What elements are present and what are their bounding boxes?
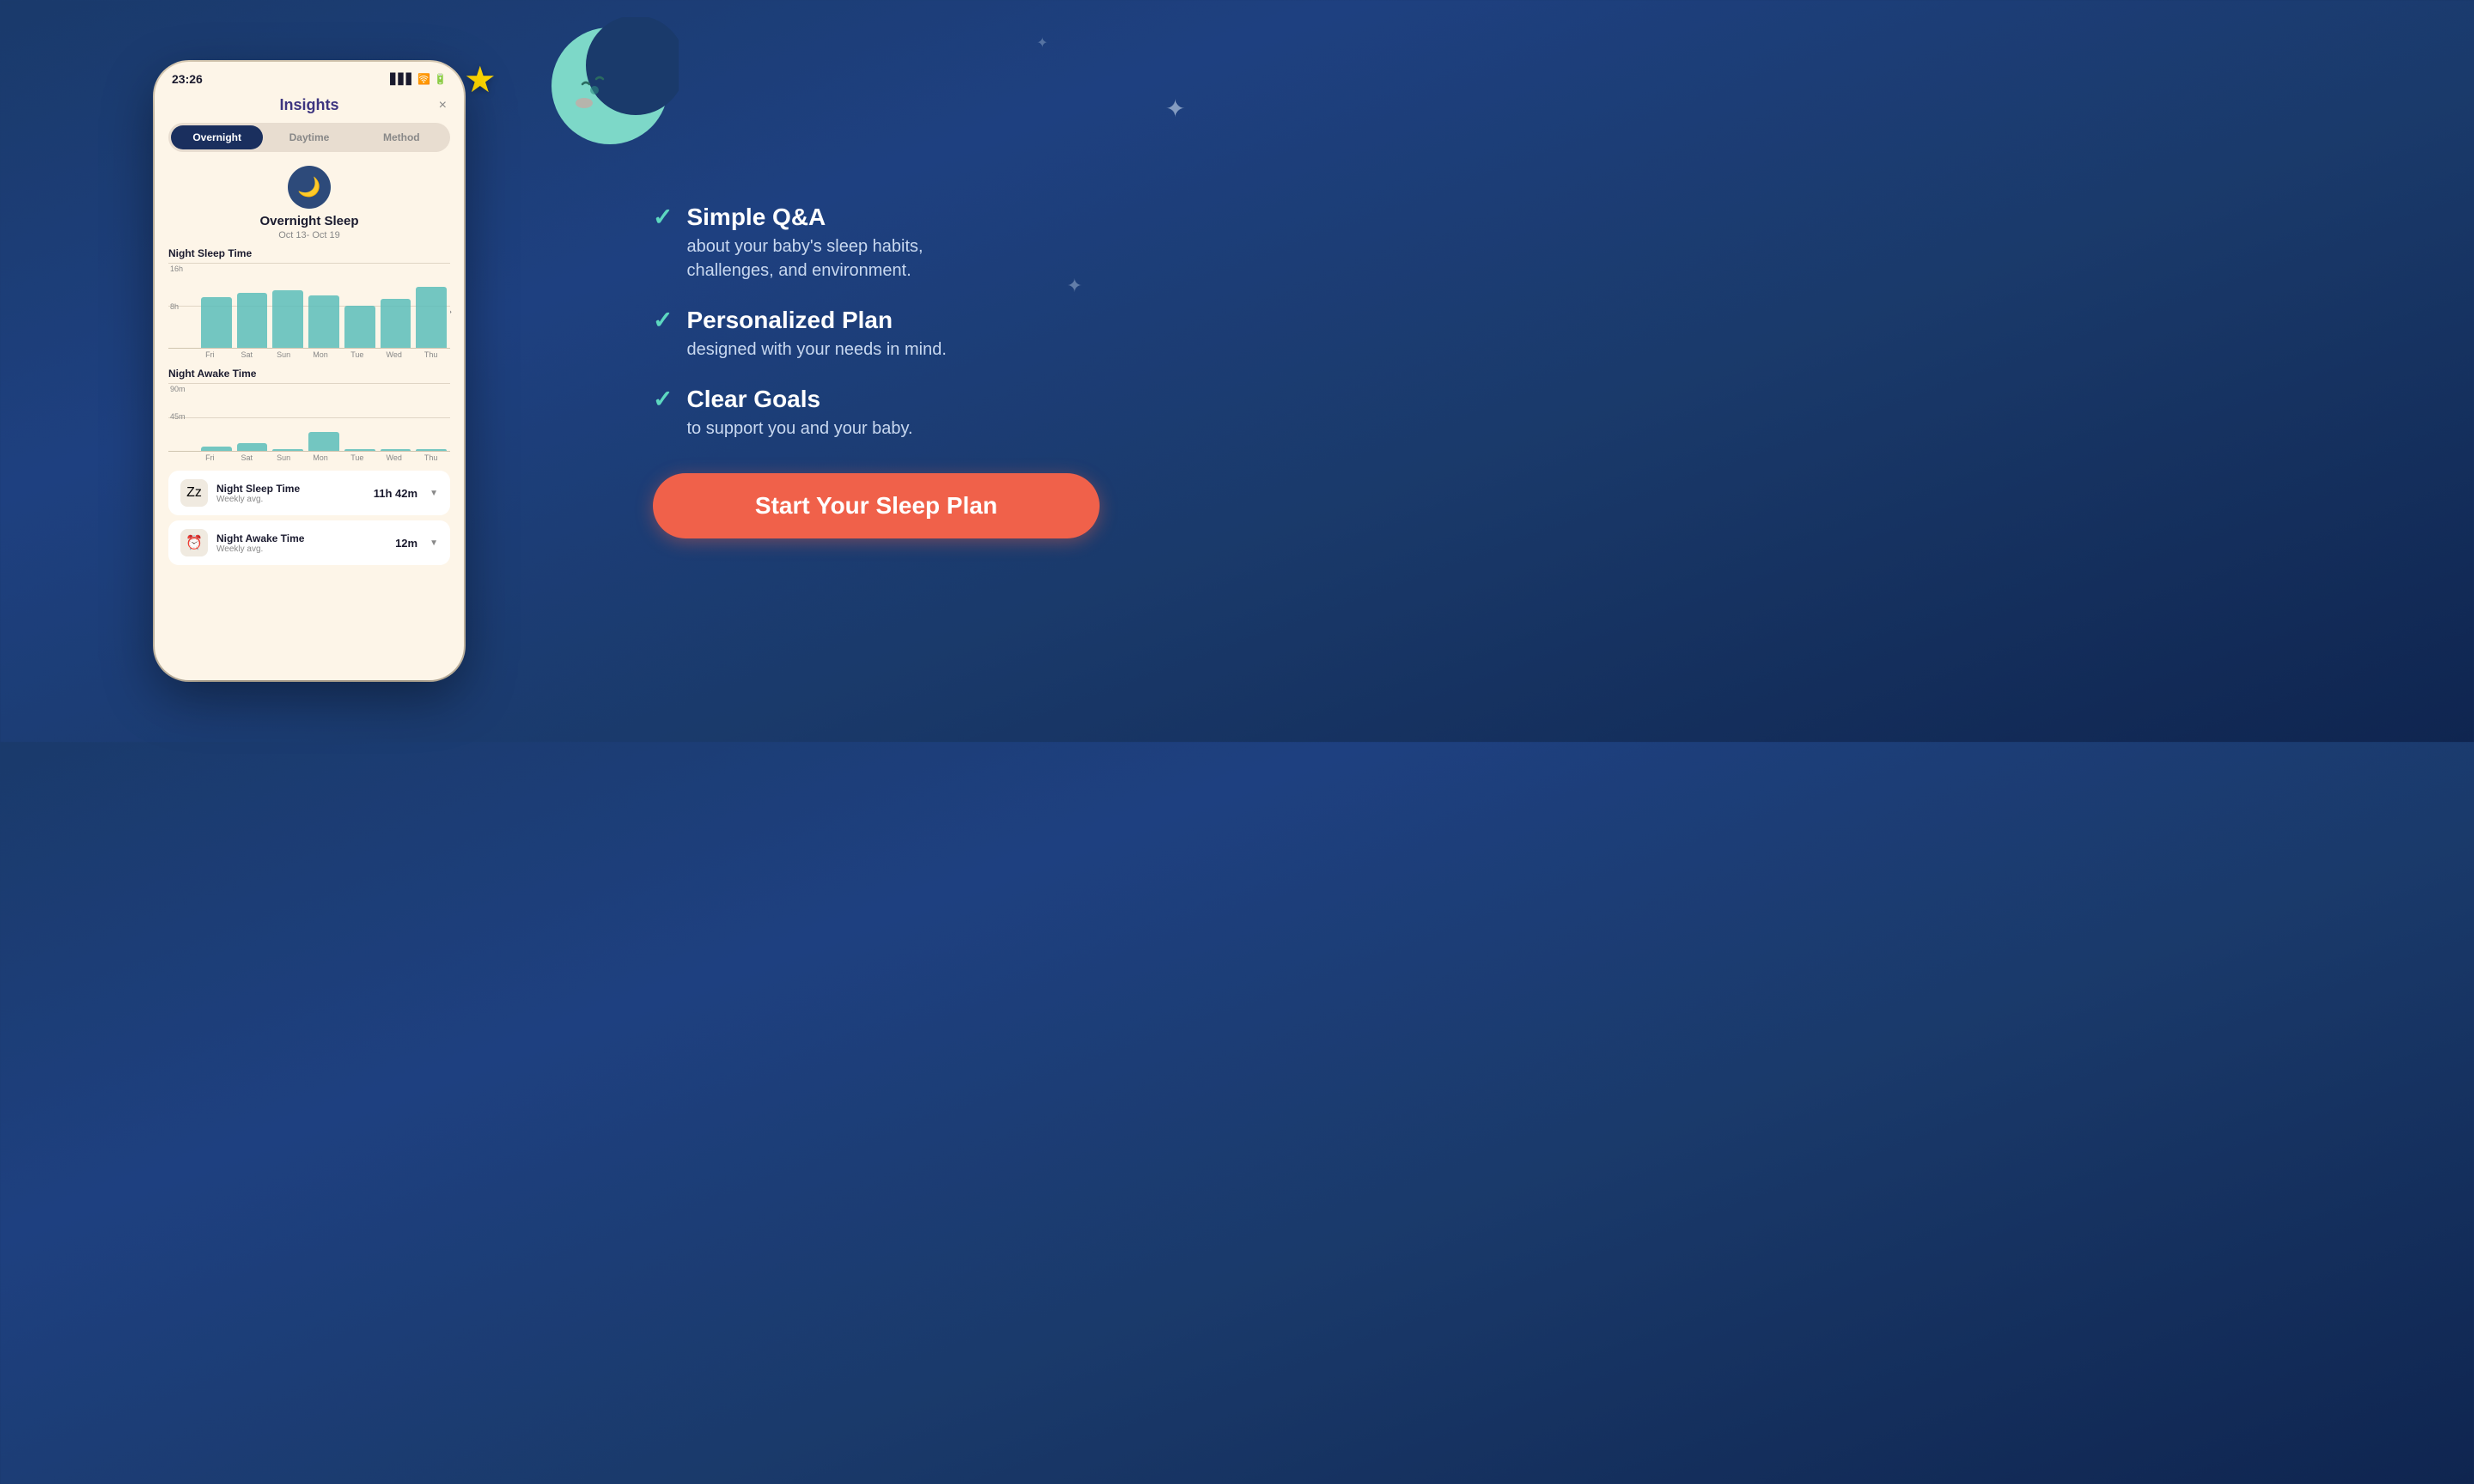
day-mon: Mon	[305, 350, 337, 359]
awake-day-tue: Tue	[341, 453, 373, 462]
bars-container	[194, 263, 450, 348]
awake-day-fri: Fri	[194, 453, 226, 462]
feature-text-2: Personalized Plan designed with your nee…	[686, 307, 946, 362]
day-sun: Sun	[268, 350, 300, 359]
close-button[interactable]: ×	[439, 98, 447, 113]
bar-tue	[344, 306, 375, 349]
day-tue: Tue	[341, 350, 373, 359]
day-thu: Thu	[415, 350, 447, 359]
battery-icon: 🔋	[434, 73, 447, 85]
day-labels: Fri Sat Sun Mon Tue Wed Thu	[168, 350, 450, 359]
status-time: 23:26	[172, 72, 203, 86]
feature-desc-1: about your baby's sleep habits,challenge…	[686, 234, 923, 283]
sleep-title: Overnight Sleep	[259, 214, 358, 228]
checkmark-3: ✓	[653, 387, 673, 411]
feature-title-3: Clear Goals	[686, 386, 912, 413]
phone-content: 🌙 Overnight Sleep Oct 13- Oct 19 Night S…	[155, 166, 464, 565]
left-section: 23:26 ▋▋▋ 🛜 🔋 Insights × Overnight Dayti…	[0, 0, 618, 742]
feature-item-1: ✓ Simple Q&A about your baby's sleep hab…	[653, 204, 1185, 283]
awake-label-90m: 90m	[170, 385, 186, 393]
feature-item-2: ✓ Personalized Plan designed with your n…	[653, 307, 1185, 362]
awake-day-mon: Mon	[305, 453, 337, 462]
night-sleep-chart-area: 16h 8h	[168, 263, 450, 349]
signal-icon: ▋▋▋	[390, 73, 414, 85]
bar-wed	[381, 299, 411, 348]
tab-daytime[interactable]: Daytime	[263, 125, 355, 149]
chart-label-8h: 8h	[170, 302, 179, 311]
bar-fri	[201, 297, 232, 348]
phone-mockup: 23:26 ▋▋▋ 🛜 🔋 Insights × Overnight Dayti…	[155, 62, 464, 680]
feature-desc-3: to support you and your baby.	[686, 417, 912, 441]
stat-card-sleep-time: Zz Night Sleep Time Weekly avg. 11h 42m …	[168, 471, 450, 515]
awake-time-name: Night Awake Time	[216, 532, 387, 544]
night-awake-chart-area: 90m 45m	[168, 383, 450, 452]
cta-button[interactable]: Start Your Sleep Plan	[653, 473, 1100, 538]
sleep-icon: 🌙	[288, 166, 331, 209]
awake-bar-sat	[237, 443, 268, 451]
sleep-time-period: Weekly avg.	[216, 495, 365, 504]
awake-bar-wed	[381, 449, 411, 451]
bar-sun	[272, 290, 303, 348]
awake-bar-thu	[416, 449, 447, 451]
checkmark-2: ✓	[653, 308, 673, 332]
feature-text-1: Simple Q&A about your baby's sleep habit…	[686, 204, 923, 283]
feature-title-2: Personalized Plan	[686, 307, 946, 334]
sleep-time-arrow: ▼	[430, 489, 438, 498]
awake-day-sat: Sat	[231, 453, 263, 462]
stats-cards: Zz Night Sleep Time Weekly avg. 11h 42m …	[168, 471, 450, 565]
feature-item-3: ✓ Clear Goals to support you and your ba…	[653, 386, 1185, 441]
sleep-date-range: Oct 13- Oct 19	[278, 230, 340, 240]
awake-label-45m: 45m	[170, 412, 186, 421]
awake-bar-tue	[344, 449, 375, 451]
awake-time-icon: ⏰	[180, 529, 208, 556]
tab-overnight[interactable]: Overnight	[171, 125, 263, 149]
bar-mon	[308, 295, 339, 348]
sleep-time-icon: Zz	[180, 479, 208, 507]
awake-day-sun: Sun	[268, 453, 300, 462]
day-wed: Wed	[378, 350, 410, 359]
checkmark-1: ✓	[653, 205, 673, 229]
sleep-icon-area: 🌙 Overnight Sleep Oct 13- Oct 19	[168, 166, 450, 240]
status-bar: 23:26 ▋▋▋ 🛜 🔋	[155, 62, 464, 93]
awake-day-thu: Thu	[415, 453, 447, 462]
day-sat: Sat	[231, 350, 263, 359]
awake-time-value: 12m	[395, 537, 417, 550]
sleep-time-name: Night Sleep Time	[216, 483, 365, 495]
wifi-icon: 🛜	[417, 73, 430, 85]
awake-day-wed: Wed	[378, 453, 410, 462]
awake-bar-mon	[308, 432, 339, 451]
chart-label-16h: 16h	[170, 265, 183, 273]
feature-title-1: Simple Q&A	[686, 204, 923, 231]
awake-time-period: Weekly avg.	[216, 544, 387, 554]
feature-text-3: Clear Goals to support you and your baby…	[686, 386, 912, 441]
right-section: ✓ Simple Q&A about your baby's sleep hab…	[618, 0, 1237, 742]
tab-method[interactable]: Method	[356, 125, 448, 149]
sleep-time-info: Night Sleep Time Weekly avg.	[216, 483, 365, 504]
tabs-container: Overnight Daytime Method	[168, 123, 450, 152]
night-awake-chart-title: Night Awake Time	[168, 368, 450, 380]
bar-sat	[237, 293, 268, 348]
stat-card-awake-time: ⏰ Night Awake Time Weekly avg. 12m ▼	[168, 520, 450, 565]
awake-time-info: Night Awake Time Weekly avg.	[216, 532, 387, 554]
night-awake-chart: Night Awake Time 90m 45m	[168, 368, 450, 462]
day-fri: Fri	[194, 350, 226, 359]
awake-time-arrow: ▼	[430, 538, 438, 548]
awake-bar-sun	[272, 449, 303, 451]
insights-title: Insights	[279, 96, 338, 114]
night-sleep-chart: Night Sleep Time ‹ › 16h 8h	[168, 247, 450, 359]
awake-bars-container	[194, 383, 450, 451]
bar-thu	[416, 287, 447, 348]
awake-bar-fri	[201, 447, 232, 451]
phone-header: Insights ×	[155, 93, 464, 123]
night-sleep-chart-title: Night Sleep Time	[168, 247, 450, 259]
sleep-time-value: 11h 42m	[374, 487, 417, 500]
awake-day-labels: Fri Sat Sun Mon Tue Wed Thu	[168, 453, 450, 462]
feature-desc-2: designed with your needs in mind.	[686, 338, 946, 362]
status-icons: ▋▋▋ 🛜 🔋	[390, 73, 447, 85]
